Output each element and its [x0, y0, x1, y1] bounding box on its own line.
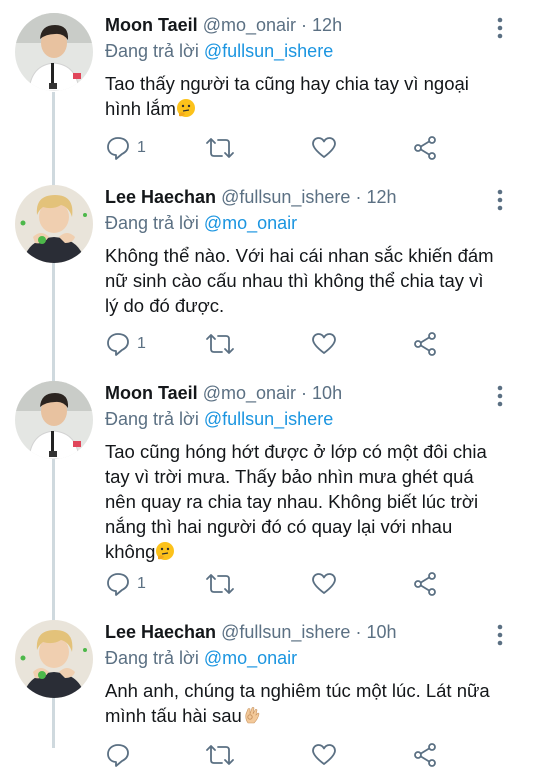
tweet-text-line: Tao cũng hóng hớt được ở lớp có một đôi … [105, 441, 487, 462]
reply-button[interactable] [105, 740, 137, 770]
more-options-icon[interactable] [490, 384, 510, 408]
tweet-text: Không thể nào. Với hai cái nhan sắc khiế… [105, 243, 505, 318]
reply-button[interactable]: 1 [105, 133, 146, 163]
retweet-icon [206, 138, 234, 158]
tweet-header: Lee Haechan @fullsun_ishere · 12h [105, 187, 397, 211]
share-button[interactable] [412, 569, 438, 599]
more-options-icon[interactable] [490, 188, 510, 212]
reply-count: 1 [137, 335, 146, 352]
reply-button[interactable]: 1 [105, 569, 146, 599]
replying-to-label: Đang trả lời [105, 648, 199, 668]
retweet-button[interactable] [205, 329, 235, 359]
tweet-text-line: nên quay ra chia tay nhau. Không biết lú… [105, 491, 479, 512]
replying-to: Đang trả lời @fullsun_ishere [105, 409, 333, 430]
tweet-text-line: mình tấu hài sau [105, 705, 242, 726]
retweet-icon [206, 745, 234, 765]
tweet-header: Moon Taeil @mo_onair · 12h [105, 15, 342, 39]
separator: · [355, 622, 362, 642]
retweet-icon [206, 334, 234, 354]
display-name[interactable]: Lee Haechan [105, 187, 216, 207]
replying-to: Đang trả lời @fullsun_ishere [105, 41, 333, 62]
share-icon [414, 136, 436, 160]
reply-mention[interactable]: @fullsun_ishere [204, 409, 333, 429]
reply-button[interactable]: 1 [105, 329, 146, 359]
like-button[interactable] [311, 569, 337, 599]
tweet-actions: 1 [105, 133, 525, 163]
tweet-text: Tao cũng hóng hớt được ở lớp có một đôi … [105, 439, 505, 564]
like-button[interactable] [311, 133, 337, 163]
retweet-icon [206, 574, 234, 594]
heart-icon [312, 137, 336, 158]
tweet-text-line: nữ sinh cào cấu nhau thì không thể chia … [105, 270, 484, 291]
avatar[interactable] [15, 13, 93, 91]
tweet-header: Moon Taeil @mo_onair · 10h [105, 383, 342, 407]
replying-to-label: Đang trả lời [105, 213, 199, 233]
reply-count: 1 [137, 139, 146, 156]
tweet-actions: 1 [105, 569, 525, 599]
share-icon [414, 572, 436, 596]
replying-to: Đang trả lời @mo_onair [105, 213, 297, 234]
share-icon [414, 743, 436, 767]
timestamp[interactable]: 12h [366, 187, 396, 207]
tweet-text: Tao thấy người ta cũng hay chia tay vì n… [105, 71, 505, 121]
replying-to-label: Đang trả lời [105, 409, 199, 429]
tweet-actions: 1 [105, 329, 525, 359]
like-button[interactable] [311, 329, 337, 359]
timestamp[interactable]: 10h [366, 622, 396, 642]
reply-icon [107, 333, 129, 356]
timestamp[interactable]: 12h [312, 15, 342, 35]
tweet-text-line: tay vì trời mưa. Thấy bảo nhìn mưa ghét … [105, 466, 474, 487]
share-button[interactable] [412, 329, 438, 359]
tweet-actions [105, 740, 525, 770]
display-name[interactable]: Moon Taeil [105, 383, 198, 403]
share-button[interactable] [412, 133, 438, 163]
more-options-icon[interactable] [490, 623, 510, 647]
reply-mention[interactable]: @fullsun_ishere [204, 41, 333, 61]
heart-icon [312, 333, 336, 354]
more-options-icon[interactable] [490, 16, 510, 40]
heart-icon [312, 744, 336, 765]
user-handle[interactable]: @fullsun_ishere [221, 187, 350, 207]
tweet-text-line: không [105, 541, 156, 562]
reply-icon [107, 573, 129, 596]
retweet-button[interactable] [205, 740, 235, 770]
replying-to-label: Đang trả lời [105, 41, 199, 61]
tweet-header: Lee Haechan @fullsun_ishere · 10h [105, 622, 397, 646]
separator: · [301, 383, 308, 403]
tweet-text-line: hình lắm [105, 98, 176, 119]
retweet-button[interactable] [205, 133, 235, 163]
reply-mention[interactable]: @mo_onair [204, 648, 297, 668]
reply-icon [107, 137, 129, 160]
user-handle[interactable]: @fullsun_ishere [221, 622, 350, 642]
replying-to: Đang trả lời @mo_onair [105, 648, 297, 669]
display-name[interactable]: Lee Haechan [105, 622, 216, 642]
avatar[interactable] [15, 620, 93, 698]
share-button[interactable] [412, 740, 438, 770]
ok-hand-icon [245, 707, 260, 724]
separator: · [355, 187, 362, 207]
display-name[interactable]: Moon Taeil [105, 15, 198, 35]
timestamp[interactable]: 10h [312, 383, 342, 403]
reply-mention[interactable]: @mo_onair [204, 213, 297, 233]
thinking-face-icon [156, 542, 175, 560]
share-icon [414, 332, 436, 356]
avatar[interactable] [15, 185, 93, 263]
like-button[interactable] [311, 740, 337, 770]
tweet-text: Anh anh, chúng ta nghiêm túc một lúc. Lá… [105, 678, 505, 728]
tweet-text-line: lý do đó được. [105, 295, 225, 316]
tweet-text-line: Tao thấy người ta cũng hay chia tay vì n… [105, 73, 469, 94]
tweet-text-line: Không thể nào. Với hai cái nhan sắc khiế… [105, 245, 494, 266]
reply-count: 1 [137, 575, 146, 592]
user-handle[interactable]: @mo_onair [203, 15, 296, 35]
separator: · [301, 15, 308, 35]
avatar[interactable] [15, 381, 93, 459]
retweet-button[interactable] [205, 569, 235, 599]
heart-icon [312, 573, 336, 594]
thinking-face-icon [176, 99, 195, 117]
user-handle[interactable]: @mo_onair [203, 383, 296, 403]
tweet-text-line: nắng thì hai người đó có quay lại với nh… [105, 516, 453, 537]
tweet-text-line: Anh anh, chúng ta nghiêm túc một lúc. Lá… [105, 680, 490, 701]
reply-icon [107, 744, 129, 767]
